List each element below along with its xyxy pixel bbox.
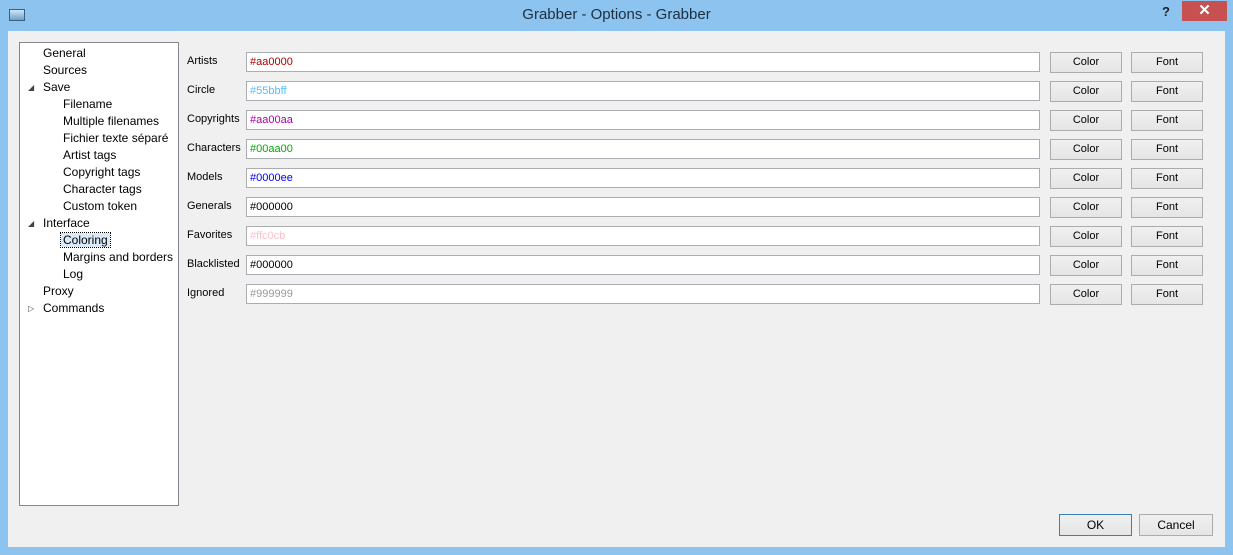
circle-color-button[interactable]: Color [1050,81,1122,102]
blacklisted-font-button[interactable]: Font [1131,255,1203,276]
favorites-label: Favorites [187,229,233,241]
expand-arrow-icon[interactable]: ▷ [28,300,38,317]
tree-item-multiple-filenames[interactable]: Multiple filenames [63,113,159,130]
favorites-font-button[interactable]: Font [1131,226,1203,247]
copyrights-color-button[interactable]: Color [1050,110,1122,131]
characters-label: Characters [187,142,241,154]
tree-item-log[interactable]: Log [63,266,83,283]
collapse-arrow-icon[interactable]: ◢ [28,79,38,96]
tree-item-filename[interactable]: Filename [63,96,112,113]
models-label: Models [187,171,223,183]
options-window: Grabber - Options - Grabber ? ✕ General … [0,0,1233,555]
tree-item-save[interactable]: Save [43,79,70,96]
copyrights-font-button[interactable]: Font [1131,110,1203,131]
tree-item-general[interactable]: General [43,45,86,62]
models-font-button[interactable]: Font [1131,168,1203,189]
characters-color-button[interactable]: Color [1050,139,1122,160]
tree-item-interface[interactable]: Interface [43,215,90,232]
characters-font-button[interactable]: Font [1131,139,1203,160]
artists-color-button[interactable]: Color [1050,52,1122,73]
tree-item-custom-token[interactable]: Custom token [63,198,137,215]
blacklisted-color-field[interactable]: #000000 [246,255,1040,275]
artists-font-button[interactable]: Font [1131,52,1203,73]
close-button[interactable]: ✕ [1182,1,1227,21]
window-title: Grabber - Options - Grabber [522,6,711,23]
models-color-button[interactable]: Color [1050,168,1122,189]
copyrights-label: Copyrights [187,113,240,125]
title-bar: Grabber - Options - Grabber ? ✕ [0,0,1233,31]
favorites-color-field[interactable]: #ffc0cb [246,226,1040,246]
generals-color-button[interactable]: Color [1050,197,1122,218]
blacklisted-label: Blacklisted [187,258,240,270]
ignored-font-button[interactable]: Font [1131,284,1203,305]
tree-item-coloring[interactable]: Coloring [60,232,111,249]
tree-item-commands[interactable]: Commands [43,300,104,317]
ignored-label: Ignored [187,287,225,299]
ignored-color-button[interactable]: Color [1050,284,1122,305]
tree-item-proxy[interactable]: Proxy [43,283,74,300]
circle-label: Circle [187,84,216,96]
tree-item-artist-tags[interactable]: Artist tags [63,147,116,164]
settings-tree[interactable]: General Sources ◢ Save Filename Multiple… [19,42,179,506]
ignored-color-field[interactable]: #999999 [246,284,1040,304]
help-button[interactable]: ? [1156,2,1176,22]
tree-item-copyright-tags[interactable]: Copyright tags [63,164,140,181]
ok-button[interactable]: OK [1059,514,1132,536]
tree-item-fichier-texte[interactable]: Fichier texte séparé [63,130,168,147]
copyrights-color-field[interactable]: #aa00aa [246,110,1040,130]
tree-item-character-tags[interactable]: Character tags [63,181,142,198]
artists-color-field[interactable]: #aa0000 [246,52,1040,72]
artists-label: Artists [187,55,218,67]
models-color-field[interactable]: #0000ee [246,168,1040,188]
dialog-body: General Sources ◢ Save Filename Multiple… [8,31,1225,547]
characters-color-field[interactable]: #00aa00 [246,139,1040,159]
generals-font-button[interactable]: Font [1131,197,1203,218]
collapse-arrow-icon[interactable]: ◢ [28,215,38,232]
circle-font-button[interactable]: Font [1131,81,1203,102]
generals-label: Generals [187,200,232,212]
blacklisted-color-button[interactable]: Color [1050,255,1122,276]
tree-item-margins-borders[interactable]: Margins and borders [63,249,173,266]
generals-color-field[interactable]: #000000 [246,197,1040,217]
circle-color-field[interactable]: #55bbff [246,81,1040,101]
favorites-color-button[interactable]: Color [1050,226,1122,247]
tree-item-sources[interactable]: Sources [43,62,87,79]
cancel-button[interactable]: Cancel [1139,514,1213,536]
